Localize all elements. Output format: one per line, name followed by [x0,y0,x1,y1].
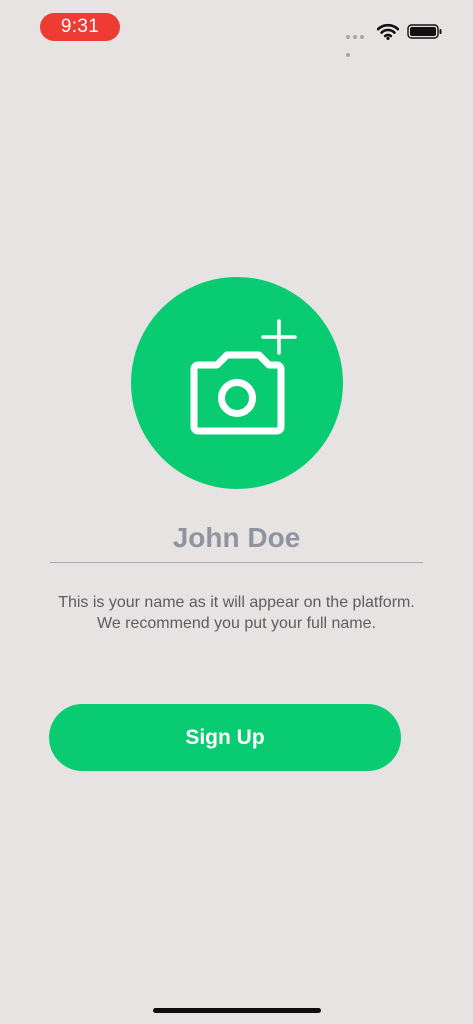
camera-add-icon [190,319,297,435]
add-profile-photo-button[interactable] [131,277,343,489]
cellular-dots-icon [346,35,372,57]
home-indicator[interactable] [153,1008,321,1013]
status-time[interactable]: 9:31 [40,13,120,41]
battery-icon [407,24,442,39]
wifi-icon [377,23,399,40]
helper-text-line: This is your name as it will appear on t… [58,594,415,611]
status-bar: 9:31 [0,0,473,60]
helper-text-line: We recommend you put your full name. [97,615,376,632]
name-input[interactable] [50,515,423,561]
sign-up-button[interactable]: Sign Up [49,704,401,771]
name-helper-text: This is your name as it will appear on t… [20,592,453,634]
name-field [50,515,423,563]
